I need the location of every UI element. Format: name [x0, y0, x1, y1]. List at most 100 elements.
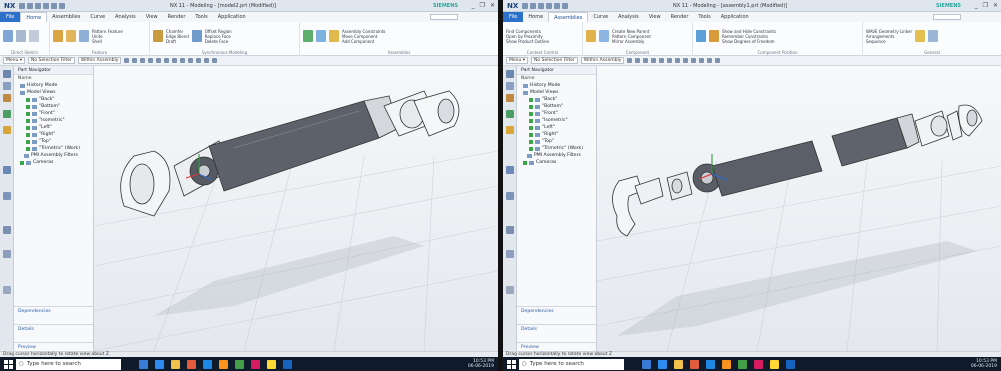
taskbar-search-input[interactable]: ○ Type here to search — [519, 358, 624, 370]
snap-icon[interactable] — [659, 58, 665, 63]
windows-start-icon[interactable] — [4, 359, 13, 369]
dependencies-panel[interactable]: Dependencies — [517, 306, 596, 315]
render-style-icon[interactable] — [204, 58, 210, 63]
checkbox-icon[interactable] — [529, 104, 533, 109]
graphics-window[interactable] — [597, 66, 1001, 351]
offset-region-icon[interactable] — [191, 30, 202, 42]
tab-assemblies[interactable]: Assemblies — [548, 12, 589, 22]
roles-icon[interactable] — [3, 226, 11, 234]
snap-icon[interactable] — [643, 58, 649, 63]
maximize-button[interactable]: ❐ — [983, 2, 988, 9]
app-icon[interactable] — [235, 359, 244, 369]
view-icon[interactable] — [691, 58, 697, 63]
nx-app-icon[interactable] — [786, 359, 795, 369]
checkbox-icon[interactable] — [523, 160, 527, 165]
chrome-icon[interactable] — [690, 359, 699, 369]
checkbox-icon[interactable] — [529, 125, 533, 130]
snap-icon[interactable] — [667, 58, 673, 63]
chamfer-icon[interactable] — [153, 30, 163, 42]
tree-item[interactable]: "Isometric" — [14, 117, 93, 124]
show-hide-constraints-label[interactable]: Show and Hide Constraints — [722, 29, 776, 34]
tab-curve[interactable]: Curve — [85, 12, 110, 22]
minimize-button[interactable]: _ — [472, 2, 475, 9]
checkbox-icon[interactable] — [26, 111, 30, 116]
render-style-icon[interactable] — [196, 58, 202, 63]
navigator-column-name[interactable]: Name — [14, 75, 93, 82]
system-materials-icon[interactable] — [3, 250, 11, 258]
tree-item[interactable]: Cameras — [14, 159, 93, 166]
edge-icon[interactable] — [155, 359, 164, 369]
assembly-constraints-icon[interactable] — [709, 30, 719, 42]
checkbox-icon[interactable] — [26, 139, 30, 144]
windows-start-icon[interactable] — [507, 359, 516, 369]
checkbox-icon[interactable] — [529, 132, 533, 137]
edge-blend-label[interactable]: Edge Blend — [166, 34, 189, 39]
delete-face-label[interactable]: Delete Face — [205, 39, 232, 44]
window-controls[interactable]: _ ❐ ✕ — [975, 2, 998, 9]
app-icon[interactable] — [267, 359, 276, 369]
selection-scope-dropdown[interactable]: Within Assembly — [77, 57, 122, 64]
minimize-button[interactable]: _ — [975, 2, 978, 9]
snap-icon[interactable] — [164, 58, 170, 63]
offset-region-label[interactable]: Offset Region — [205, 29, 232, 34]
tree-item[interactable]: "Front" — [14, 110, 93, 117]
wave-geometry-linker-label[interactable]: WAVE Geometry Linker — [866, 29, 912, 34]
tree-item[interactable]: "Top" — [14, 138, 93, 145]
checkbox-icon[interactable] — [529, 97, 533, 102]
menu-button[interactable]: Menu ▾ — [506, 57, 529, 64]
checkbox-icon[interactable] — [529, 118, 533, 123]
exploded-drive-shaft-model[interactable] — [597, 66, 1001, 351]
assembly-navigator-icon[interactable] — [506, 70, 514, 78]
tree-item[interactable]: "Front" — [517, 110, 596, 117]
checkbox-icon[interactable] — [26, 118, 30, 123]
app-icon[interactable] — [251, 359, 260, 369]
move-component-icon[interactable] — [696, 30, 706, 42]
remember-constraints-label[interactable]: Remember Constraints — [722, 34, 776, 39]
app-icon[interactable] — [770, 359, 779, 369]
tree-item[interactable]: "Bottom" — [14, 103, 93, 110]
assembly-constraints-label[interactable]: Assembly Constraints — [342, 29, 385, 34]
open-by-proximity-label[interactable]: Open by Proximity — [506, 34, 549, 39]
roles-icon[interactable] — [506, 226, 514, 234]
render-style-icon[interactable] — [699, 58, 705, 63]
app-icon[interactable] — [219, 359, 228, 369]
tab-tools[interactable]: Tools — [190, 12, 212, 22]
checkbox-icon[interactable] — [529, 139, 533, 144]
file-tab[interactable]: File — [503, 12, 524, 22]
tab-analysis[interactable]: Analysis — [110, 12, 141, 22]
new-component-icon[interactable] — [599, 30, 609, 42]
tree-item[interactable]: "Right" — [517, 131, 596, 138]
tree-item[interactable]: History Mode — [517, 82, 596, 89]
snap-icon[interactable] — [627, 58, 633, 63]
tree-item[interactable]: "Top" — [517, 138, 596, 145]
task-view-icon[interactable] — [139, 359, 148, 369]
assembly-constraints-icon[interactable] — [329, 30, 339, 42]
assembly-navigator-icon[interactable] — [3, 70, 11, 78]
web-browser-icon[interactable] — [506, 166, 514, 174]
type-filter-dropdown[interactable]: No Selection Filter — [531, 57, 578, 64]
pattern-icon[interactable] — [316, 30, 326, 42]
checkbox-icon[interactable] — [20, 160, 24, 165]
shell-label[interactable]: Shell — [92, 39, 123, 44]
task-view-icon[interactable] — [642, 359, 651, 369]
view-icon[interactable] — [180, 58, 186, 63]
tab-curve[interactable]: Curve — [588, 12, 613, 22]
snap-icon[interactable] — [132, 58, 138, 63]
checkbox-icon[interactable] — [529, 111, 533, 116]
tab-view[interactable]: View — [141, 12, 163, 22]
tree-item[interactable]: "Trimetric" (Work) — [517, 145, 596, 152]
part-navigator-icon[interactable] — [506, 94, 514, 102]
close-button[interactable]: ✕ — [490, 2, 495, 9]
render-style-icon[interactable] — [212, 58, 218, 63]
tree-item[interactable]: Model Views — [517, 89, 596, 96]
snap-icon[interactable] — [635, 58, 641, 63]
constraint-navigator-icon[interactable] — [506, 82, 514, 90]
replace-face-label[interactable]: Replace Face — [205, 34, 232, 39]
tree-item[interactable]: Cameras — [517, 159, 596, 166]
tab-application[interactable]: Application — [213, 12, 251, 22]
assembled-drive-shaft-model[interactable] — [94, 66, 498, 351]
checkbox-icon[interactable] — [26, 97, 30, 102]
clearance-analysis-icon[interactable] — [928, 30, 939, 42]
nx-app-icon[interactable] — [283, 359, 292, 369]
quick-access-toolbar[interactable] — [522, 2, 569, 9]
